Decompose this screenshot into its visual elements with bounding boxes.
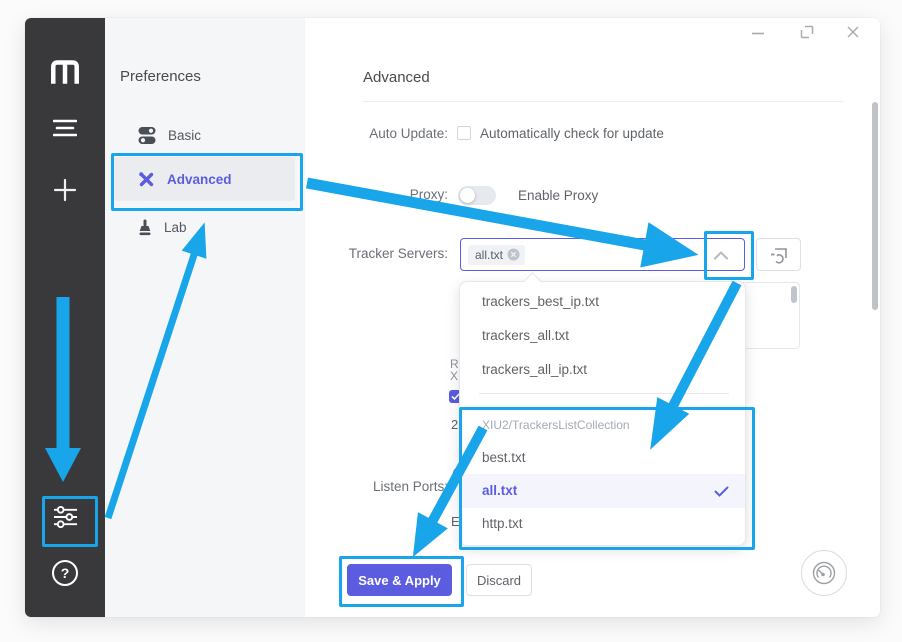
sidebar-item-lab[interactable]: Lab bbox=[113, 210, 295, 244]
auto-update-label: Auto Update: bbox=[263, 126, 448, 141]
dropdown-item[interactable]: best.txt bbox=[460, 441, 745, 475]
textarea-scrollbar-thumb[interactable] bbox=[791, 286, 797, 303]
dropdown-item[interactable]: http.txt bbox=[460, 507, 745, 541]
sync-icon bbox=[769, 246, 789, 264]
desktop-background: ? Preferences Basic Advanced bbox=[0, 0, 902, 642]
sidebar: ? bbox=[25, 18, 105, 617]
dropdown-item[interactable]: trackers_best_ip.txt bbox=[460, 285, 745, 319]
auto-update-checkbox[interactable] bbox=[457, 126, 471, 140]
selected-tag: all.txt bbox=[468, 245, 525, 265]
page-title: Advanced bbox=[363, 69, 430, 86]
close-button[interactable] bbox=[844, 23, 862, 41]
dropdown-group-label: XIU2/TrackersListCollection bbox=[482, 408, 630, 442]
minimize-button[interactable] bbox=[749, 24, 767, 42]
task-list-icon[interactable] bbox=[53, 119, 77, 137]
tracker-servers-label: Tracker Servers: bbox=[263, 246, 448, 261]
help-glyph: ? bbox=[61, 565, 70, 581]
proxy-label: Proxy: bbox=[263, 187, 448, 202]
discard-button[interactable]: Discard bbox=[466, 564, 532, 596]
preferences-panel: Preferences Basic Advanced bbox=[105, 18, 305, 617]
check-icon bbox=[714, 486, 729, 497]
tracker-servers-select[interactable]: all.txt bbox=[460, 238, 745, 271]
proxy-option-label: Enable Proxy bbox=[518, 188, 598, 203]
restore-button[interactable] bbox=[798, 23, 816, 41]
tag-close-icon[interactable] bbox=[507, 248, 520, 261]
content-scrollbar-thumb[interactable] bbox=[872, 102, 878, 310]
lab-icon bbox=[138, 219, 152, 236]
proxy-toggle[interactable] bbox=[458, 186, 496, 205]
dropdown-item[interactable]: trackers_all.txt bbox=[460, 319, 745, 353]
preferences-title: Preferences bbox=[120, 68, 201, 85]
app-window: ? Preferences Basic Advanced bbox=[25, 18, 880, 617]
toggles-icon bbox=[138, 127, 156, 144]
dropdown-item[interactable]: trackers_all_ip.txt bbox=[460, 353, 745, 387]
tools-icon bbox=[138, 171, 155, 188]
auto-update-option-label[interactable]: Automatically check for update bbox=[480, 126, 664, 141]
dropdown-item-label: all.txt bbox=[482, 483, 517, 498]
sidebar-item-label: Advanced bbox=[167, 172, 232, 187]
help-icon[interactable]: ? bbox=[52, 560, 78, 586]
sidebar-item-label: Basic bbox=[168, 128, 201, 143]
tag-label: all.txt bbox=[475, 248, 503, 262]
dropdown-divider bbox=[479, 393, 729, 394]
speed-limit-button[interactable] bbox=[801, 550, 847, 596]
listen-ports-label: Listen Ports: bbox=[263, 479, 448, 494]
hint-text-fragment: X bbox=[450, 369, 458, 383]
dropdown-item-selected[interactable]: all.txt bbox=[460, 474, 745, 508]
add-task-icon[interactable] bbox=[52, 177, 78, 203]
value-fragment: 2 bbox=[451, 417, 458, 432]
gauge-icon bbox=[811, 560, 837, 586]
settings-sliders-icon[interactable] bbox=[53, 506, 78, 528]
sidebar-item-label: Lab bbox=[164, 220, 187, 235]
chevron-up-icon[interactable] bbox=[713, 251, 729, 260]
motrix-logo-icon bbox=[49, 56, 81, 86]
tracker-dropdown: trackers_best_ip.txt trackers_all.txt tr… bbox=[459, 281, 746, 546]
sync-tracker-list-button[interactable] bbox=[756, 238, 801, 271]
toggle-knob bbox=[460, 188, 475, 203]
title-divider bbox=[363, 101, 843, 102]
save-apply-button[interactable]: Save & Apply bbox=[347, 564, 452, 596]
